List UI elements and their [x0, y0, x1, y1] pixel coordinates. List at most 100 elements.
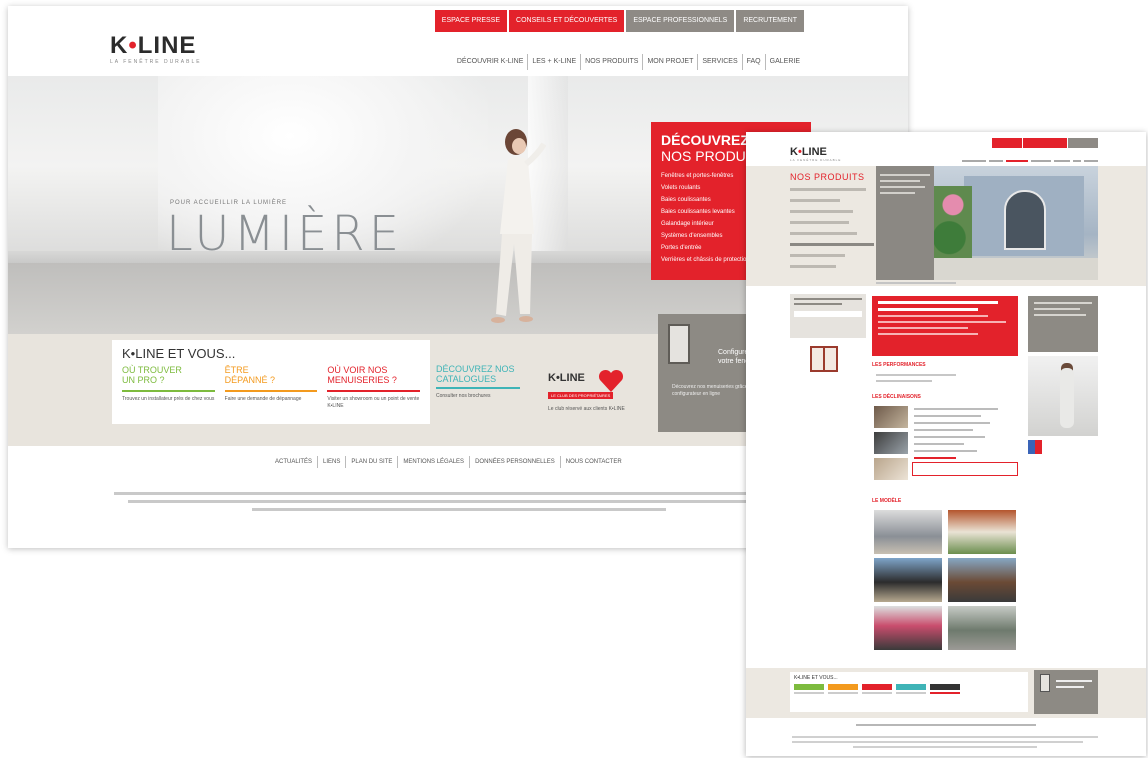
- gallery-photo[interactable]: [874, 510, 942, 554]
- nav-galerie[interactable]: GALERIE: [764, 54, 804, 70]
- catalogues-block[interactable]: DÉCOUVREZ NOS CATALOGUES Consulter nos br…: [436, 364, 520, 399]
- nav-services[interactable]: SERVICES: [697, 54, 741, 70]
- list-line[interactable]: [914, 443, 965, 445]
- footer-plan[interactable]: PLAN DU SITE: [345, 456, 397, 468]
- intro-line: [880, 186, 925, 188]
- list-line[interactable]: [914, 422, 990, 424]
- mini-block[interactable]: [862, 684, 892, 696]
- products-sidebar: [790, 188, 874, 276]
- gallery-photo[interactable]: [948, 510, 1016, 554]
- promo-line: [1034, 314, 1087, 316]
- sidebar-item[interactable]: [790, 221, 849, 224]
- door-icon: [1040, 674, 1050, 692]
- logo-text-right: LINE: [801, 146, 827, 158]
- logo-tagline: LA FENÊTRE DURABLE: [790, 158, 842, 162]
- variant-thumb[interactable]: [874, 432, 908, 454]
- list-line[interactable]: [914, 436, 986, 438]
- products-page-screenshot: K•LINE LA FENÊTRE DURABLE NOS PRODUITS L…: [746, 132, 1146, 756]
- sidebar-item[interactable]: [790, 254, 845, 257]
- legal-line: [252, 508, 666, 511]
- nav-item[interactable]: [1084, 160, 1098, 162]
- sidebar-item[interactable]: [790, 265, 837, 268]
- legal-text-small: [792, 736, 1098, 751]
- utility-link[interactable]: [992, 138, 1022, 148]
- recruitment-link[interactable]: RECRUTEMENT: [736, 10, 804, 32]
- product-hero-photo: [934, 166, 1098, 280]
- gallery-photo[interactable]: [874, 558, 942, 602]
- search-line: [794, 303, 842, 305]
- nav-item[interactable]: [1031, 160, 1051, 162]
- footer-actualites[interactable]: ACTUALITÉS: [270, 456, 317, 468]
- nav-projet[interactable]: MON PROJET: [642, 54, 697, 70]
- performances-text: [876, 374, 956, 386]
- find-pro-title-1: OÙ TROUVER: [122, 365, 182, 375]
- panel-line: [1056, 680, 1092, 682]
- list-line[interactable]: [914, 408, 998, 410]
- club-block[interactable]: K•LINE LE CLUB DES PROPRIÉTAIRES Le club…: [548, 372, 638, 413]
- hero-child-figure: [491, 129, 546, 323]
- mini-block[interactable]: [896, 684, 926, 696]
- search-input[interactable]: [794, 311, 862, 317]
- list-line[interactable]: [914, 450, 977, 452]
- site-logo-small[interactable]: K•LINE LA FENÊTRE DURABLE: [790, 146, 841, 162]
- showroom-title-1: OÙ VOIR NOS: [327, 365, 388, 375]
- gallery-photo[interactable]: [948, 558, 1016, 602]
- site-logo[interactable]: K•LINE LA FENÊTRE DURABLE: [110, 32, 202, 65]
- hero-headline: LUMIÈRE: [166, 206, 404, 262]
- mini-heading: [930, 684, 960, 690]
- sidebar-promo-panel[interactable]: [1028, 296, 1098, 352]
- mini-club-block[interactable]: [930, 684, 960, 696]
- heart-icon: [598, 369, 624, 392]
- press-link[interactable]: ESPACE PRESSE: [434, 10, 508, 32]
- find-pro-block[interactable]: OÙ TROUVER UN PRO ? Trouvez un installate…: [122, 365, 215, 410]
- advice-link[interactable]: CONSEILS ET DÉCOUVERTES: [509, 10, 625, 32]
- mini-line: [794, 692, 824, 694]
- mini-block[interactable]: [828, 684, 858, 696]
- nav-produits[interactable]: NOS PRODUITS: [580, 54, 642, 70]
- catalogues-title-1: DÉCOUVREZ NOS: [436, 364, 515, 374]
- gallery-photo[interactable]: [948, 606, 1016, 650]
- sidebar-item[interactable]: [790, 210, 853, 213]
- footer-liens[interactable]: LIENS: [317, 456, 345, 468]
- catalogues-bar: [436, 387, 520, 389]
- configurator-panel-small[interactable]: [1034, 670, 1098, 714]
- sidebar-item-active[interactable]: [790, 243, 874, 246]
- sidebar-item[interactable]: [790, 188, 866, 191]
- variant-thumb[interactable]: [874, 406, 908, 428]
- variant-thumb[interactable]: [874, 458, 908, 480]
- nav-faq[interactable]: FAQ: [741, 54, 765, 70]
- summary-line: [878, 321, 1006, 323]
- showroom-bar: [327, 390, 421, 392]
- footer-mentions[interactable]: MENTIONS LÉGALES: [397, 456, 469, 468]
- mini-block[interactable]: [794, 684, 824, 696]
- sidebar-item[interactable]: [790, 199, 841, 202]
- sidebar-photo[interactable]: [1028, 356, 1098, 436]
- legal-line: [792, 741, 1083, 743]
- composite-screenshot: ESPACE PRESSE CONSEILS ET DÉCOUVERTES ES…: [0, 0, 1148, 758]
- nav-decouvrir[interactable]: DÉCOUVRIR K-LINE: [453, 54, 528, 70]
- nav-item-active[interactable]: [1006, 160, 1028, 162]
- sidebar-item[interactable]: [790, 232, 858, 235]
- nav-item[interactable]: [1073, 160, 1081, 162]
- kline-et-vous-card: K•LINE ET VOUS... OÙ TROUVER UN PRO ? Tro…: [112, 340, 430, 424]
- list-line-highlight[interactable]: [914, 457, 956, 459]
- photo-ground: [934, 258, 1098, 280]
- pro-space-link[interactable]: ESPACE PROFESSIONNELS: [626, 10, 735, 32]
- breadcrumb[interactable]: [876, 282, 956, 284]
- nav-les-plus[interactable]: LES + K-LINE: [527, 54, 580, 70]
- list-line[interactable]: [914, 415, 982, 417]
- showroom-block[interactable]: OÙ VOIR NOS MENUISERIES ? Visiter un show…: [327, 365, 421, 410]
- utility-link[interactable]: [1068, 138, 1098, 148]
- gallery-photo[interactable]: [874, 606, 942, 650]
- footer-donnees[interactable]: DONNÉES PERSONNELLES: [469, 456, 560, 468]
- repair-title-2: DÉPANNÉ ?: [224, 375, 276, 385]
- footer-nav-small[interactable]: [856, 724, 1036, 726]
- flag-icon[interactable]: [1028, 440, 1042, 454]
- nav-item[interactable]: [1054, 160, 1070, 162]
- repair-block[interactable]: ÊTRE DÉPANNÉ ? Faire une demande de dépan…: [224, 365, 318, 410]
- list-line[interactable]: [914, 429, 973, 431]
- footer-contact[interactable]: NOUS CONTACTER: [559, 456, 627, 468]
- nav-item[interactable]: [989, 160, 1003, 162]
- nav-item[interactable]: [962, 160, 986, 162]
- utility-link[interactable]: [1023, 138, 1067, 148]
